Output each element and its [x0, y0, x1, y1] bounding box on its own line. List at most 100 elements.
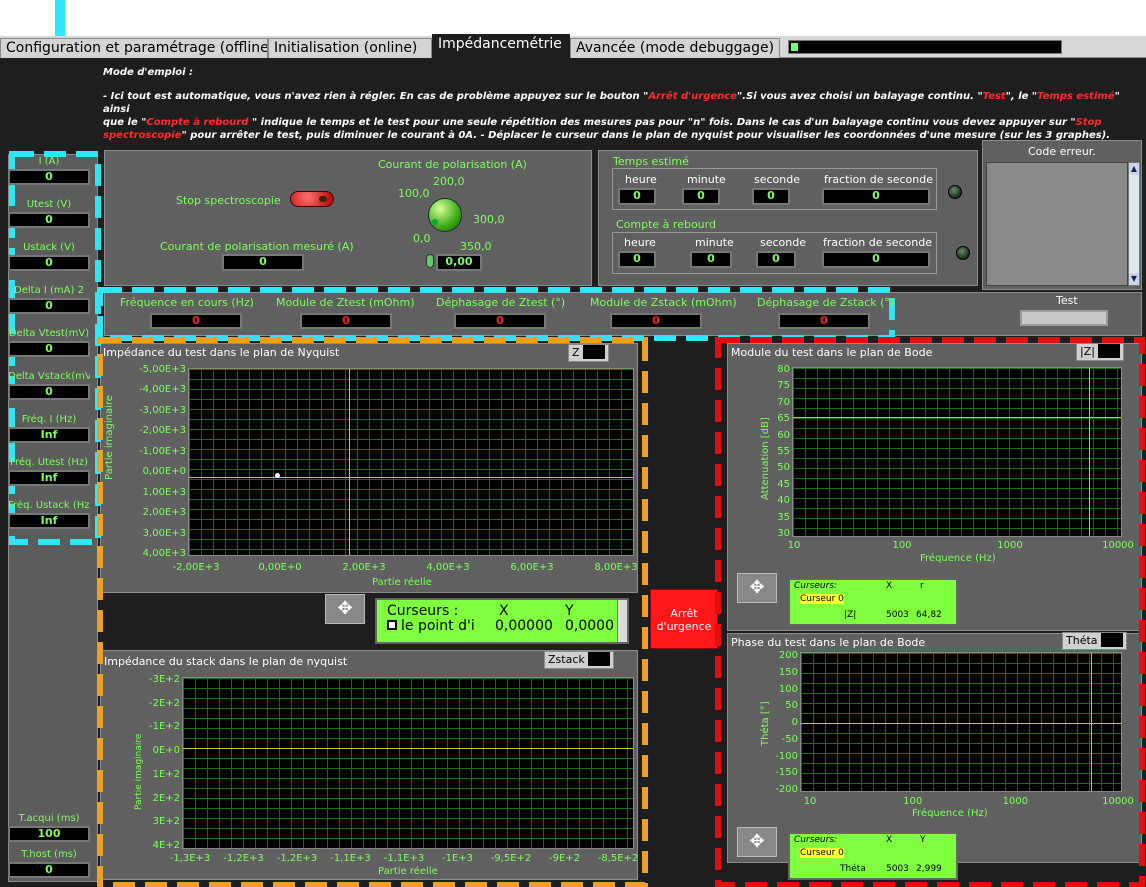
bode_phase-ytick-4: 0: [791, 717, 798, 728]
nyquist-test-plot-legend[interactable]: Z: [568, 344, 609, 362]
scroll-up-icon[interactable]: ▲: [1129, 163, 1139, 175]
left-indicator-label: Delta Vtest(mV): [8, 328, 90, 339]
compte-col-2: seconde: [760, 236, 806, 249]
measured-current-label: Courant de polarisation mesuré (A): [160, 240, 354, 253]
nyq_test-xtick-0: -2,00E+3: [172, 562, 220, 573]
bode-phase-xlabel: Fréquence (Hz): [912, 808, 988, 819]
compte-col-1: minute: [695, 236, 734, 249]
bode_mod-xtick-0: 10: [787, 540, 801, 551]
bode_mod-xtick-1: 100: [892, 540, 912, 551]
left-indicator-3: Delta I (mA) 2 0: [8, 284, 90, 314]
cursor-visible-checkbox[interactable]: [387, 620, 397, 630]
left-indicator-value: Inf: [8, 513, 90, 529]
knob-value-spinner[interactable]: [426, 254, 434, 268]
cursor-table-scrollbar[interactable]: [617, 600, 627, 642]
freq-label-1: Module de Ztest (mOhm): [276, 296, 415, 309]
test-indicator: [1020, 310, 1108, 326]
temps-col-1: minute: [687, 173, 726, 186]
polarisation-knob[interactable]: [428, 198, 462, 232]
nyq_test-xtick-4: 6,00E+3: [510, 562, 554, 573]
bode_mod-ytick-6: 50: [777, 462, 790, 474]
compte-col-0: heure: [624, 236, 656, 249]
bode_phase-ytick-3: 50: [785, 700, 798, 712]
code-erreur-label: Code erreur.: [1028, 145, 1096, 158]
left-indicator-label: I (A): [38, 156, 60, 167]
bode_phase-xtick-3: 10000: [1102, 796, 1134, 807]
left-indicator-label: Delta Vstack(mV): [8, 371, 90, 382]
bode-phase-nav-icon[interactable]: ✥: [737, 827, 777, 857]
code-erreur-scrollbar[interactable]: ▲ ▼: [1128, 162, 1140, 286]
temps-value-3: 0: [822, 188, 930, 205]
nyquist-stack-plot-legend[interactable]: Zstack: [544, 651, 614, 669]
knob-value[interactable]: 0,00: [436, 254, 482, 271]
nyquist-test-plot-area[interactable]: [188, 368, 634, 556]
left-indicator-5: Delta Vstack(mV) 0: [8, 370, 90, 400]
bode-phase-title: Phase du test dans le plan de Bode: [731, 636, 926, 649]
knob-scale-200: 200,0: [433, 175, 465, 188]
bode-module-xlabel: Fréquence (Hz): [920, 553, 996, 564]
tab-impedancemetrie[interactable]: Impédancemétrie: [432, 34, 570, 59]
nyq_stack-xtick-4: -1,1E+3: [383, 853, 425, 864]
nyquist-test-nav-icon[interactable]: ✥: [325, 594, 365, 624]
arret-urgence-button[interactable]: Arrêt d'urgence: [650, 589, 718, 649]
nyq_test-ytick-4: -1,00E+3: [139, 445, 186, 457]
bode-phase-plot-area[interactable]: [800, 652, 1122, 792]
code-erreur-textbox[interactable]: [986, 162, 1128, 286]
nyq_stack-ytick-2: -1E+2: [148, 721, 180, 733]
bode_phase-ytick-6: -100: [775, 750, 798, 762]
measured-current-value: 0: [222, 254, 304, 271]
bode-module-nav-icon[interactable]: ✥: [737, 573, 777, 603]
nyq_stack-xtick-0: -1,3E+3: [169, 853, 211, 864]
compte-col-3: fraction de seconde: [823, 236, 932, 249]
bode-phase-plot-legend[interactable]: Théta: [1062, 632, 1127, 650]
left-indicator-label: Ustack (V): [23, 242, 75, 253]
left-indicator-value: 0: [8, 384, 90, 400]
left-indicator-label: Fréq. I (Hz): [21, 414, 77, 425]
temps-col-3: fraction de seconde: [824, 173, 933, 186]
nyquist-stack-xlabel: Partie réelle: [378, 866, 438, 877]
nyquist-test-ylabel: Partie imaginaire: [104, 395, 115, 480]
nyq_stack-xtick-6: -9,5E+2: [490, 853, 532, 864]
nyq_stack-xtick-2: -1,2E+3: [276, 853, 318, 864]
tab-initialisation[interactable]: Initialisation (online): [268, 38, 432, 58]
compte-value-2: 0: [756, 251, 796, 268]
bode_mod-ytick-2: 70: [777, 396, 790, 408]
left-indicator-value: 0: [8, 255, 90, 271]
left-indicator-2: Ustack (V) 0: [8, 241, 90, 271]
nyquist-stack-title: Impédance du stack dans le plan de nyqui…: [104, 655, 348, 668]
freq-value-1: 0: [300, 313, 392, 329]
freq-value-2: 0: [454, 313, 546, 329]
bode_mod-ytick-4: 60: [777, 429, 790, 441]
tab-avancee[interactable]: Avancée (mode debuggage): [570, 38, 780, 58]
instructions-title: Mode d'emploi :: [103, 67, 194, 78]
nyq_test-xtick-1: 0,00E+0: [258, 562, 302, 573]
left-indicator-6: Fréq. I (Hz) Inf: [8, 413, 90, 443]
bode-module-title: Module du test dans le plan de Bode: [731, 346, 933, 359]
left-indicator-label: Fréq. Utest (Hz): [9, 457, 89, 468]
bode-module-plot-area[interactable]: [792, 367, 1122, 537]
nyquist-stack-ylabel: Partie imaginaire: [134, 733, 144, 810]
scroll-down-icon[interactable]: ▼: [1129, 273, 1139, 285]
nyq_test-ytick-5: 0,00E+0: [142, 466, 186, 478]
tab-configuration[interactable]: Configuration et paramétrage (offline): [0, 38, 268, 58]
bode_phase-ytick-1: 150: [778, 666, 798, 678]
left-indicator-4: Delta Vtest(mV) 0: [8, 327, 90, 357]
stop-spectroscopie-button[interactable]: [290, 191, 334, 207]
bode-phase-ylabel: Théta [°]: [760, 701, 771, 746]
tacq-indicator: T.acqui (ms) 100: [8, 812, 90, 842]
nyq_test-xtick-5: 8,00E+3: [594, 562, 638, 573]
left-indicator-value: 0: [8, 212, 90, 228]
left-indicator-8: Fréq. Ustack (Hz) Inf: [8, 499, 90, 529]
nyquist-test-cursor-table[interactable]: Curseurs : X Y le point d'i 0,00000 0,00…: [375, 598, 629, 644]
temps-value-1: 0: [682, 188, 720, 205]
nyq_stack-ytick-6: 3E+2: [152, 816, 180, 828]
knob-scale-100: 100,0: [398, 187, 430, 200]
bode-module-cursor-table[interactable]: Curseurs: X r Curseur 0 |Z| 5003 64,82: [788, 578, 958, 626]
compte-rebourd-title: Compte à rebourd: [616, 218, 716, 231]
bode_mod-xtick-3: 10000: [1102, 540, 1134, 551]
nyquist-stack-plot-area[interactable]: [182, 677, 634, 849]
bode-phase-cursor-table[interactable]: Curseurs: X Y Curseur 0 Théta 5003 2,999: [788, 832, 958, 880]
bode-module-plot-legend[interactable]: |Z|: [1076, 343, 1124, 361]
nyq_stack-ytick-4: 1E+2: [152, 768, 180, 780]
tab-progress-bar: [788, 40, 1062, 54]
